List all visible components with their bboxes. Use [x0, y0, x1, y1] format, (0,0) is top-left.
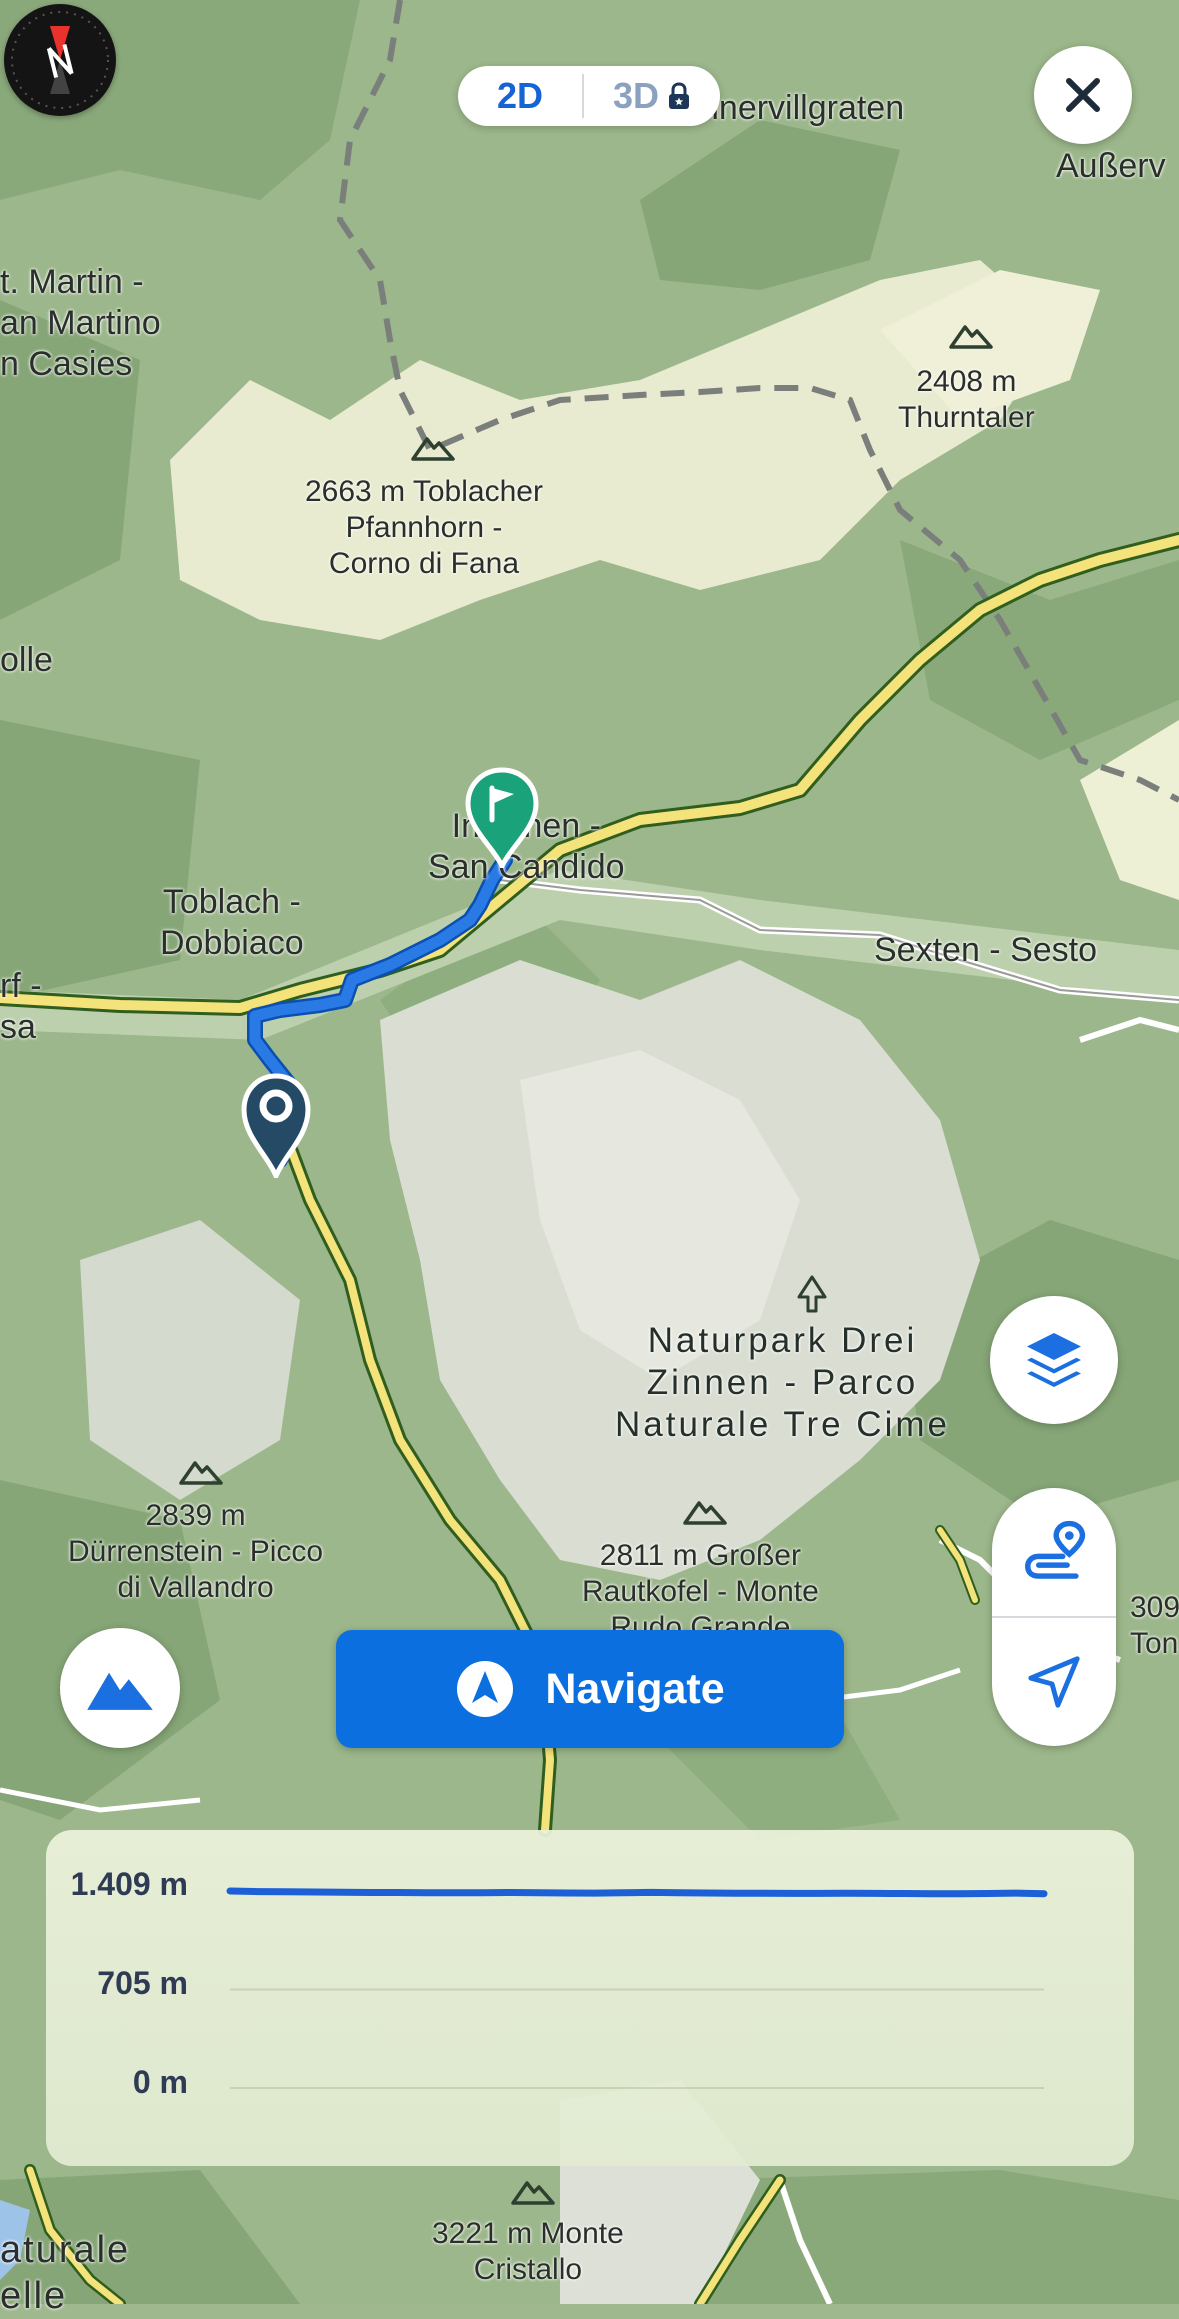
peak-label-thurntaler: 2408 m Thurntaler [898, 365, 1035, 434]
destination-pin-icon[interactable] [464, 766, 540, 868]
peak-icon [949, 325, 993, 349]
locate-button[interactable] [992, 1618, 1116, 1746]
compass-icon [11, 11, 109, 109]
place-label-olle: olle [0, 641, 53, 679]
mode-2d-button[interactable]: 2D [458, 66, 582, 126]
peak-label-pfannhorn: 2663 m Toblacher Pfannhorn - Corno di Fa… [305, 475, 543, 580]
layers-icon [1027, 1333, 1081, 1387]
route-icon [1025, 1520, 1086, 1579]
elevation-profile[interactable]: 1.409 m 705 m 0 m [46, 1830, 1134, 2166]
compass-button[interactable] [4, 4, 116, 116]
park-icon [797, 1275, 827, 1313]
place-label-toblach: Toblach - Dobbiaco [160, 883, 304, 962]
close-button[interactable] [1034, 46, 1132, 144]
place-label-bottom-left: aturale elle [0, 2229, 131, 2317]
peak-label-duerrenstein: 2839 m Dürrenstein - Picco di Vallandro [68, 1499, 324, 1604]
navigation-arrow-icon [457, 1661, 514, 1717]
close-icon [1066, 78, 1100, 112]
place-label-right-edge: 309 Ton [1130, 1591, 1179, 1660]
layers-button[interactable] [990, 1296, 1118, 1424]
peak-icon [683, 1501, 727, 1525]
place-label-st-martin: t. Martin - an Martino n Casies [0, 263, 161, 383]
terrain-button[interactable] [60, 1628, 180, 1748]
locate-arrow-icon [1028, 1656, 1080, 1708]
navigate-label: Navigate [545, 1664, 725, 1713]
peak-label-cristallo: 3221 m Monte Cristallo [432, 2217, 624, 2286]
elevation-line-series-0 [226, 1887, 1048, 1898]
navigate-button[interactable]: Navigate [336, 1630, 844, 1748]
park-label: Naturpark Drei Zinnen - Parco Naturale T… [615, 1321, 950, 1444]
mountain-icon [87, 1672, 153, 1710]
start-pin-icon[interactable] [240, 1072, 312, 1178]
view-mode-toggle[interactable]: 2D 3D [458, 66, 720, 126]
mode-3d-label: 3D [612, 75, 660, 116]
place-label-sexten: Sexten - Sesto [874, 931, 1098, 969]
place-label-ausserv: Außerv [1056, 147, 1166, 185]
place-label-left-edge: rf - sa [0, 967, 42, 1046]
lock-icon [669, 82, 690, 109]
route-controls-panel [992, 1488, 1116, 1746]
peak-icon [411, 437, 455, 461]
mode-3d-button[interactable]: 3D [584, 66, 720, 126]
peak-icon [511, 2181, 555, 2205]
route-options-button[interactable] [992, 1488, 1116, 1616]
elevation-chart [226, 1887, 1048, 2089]
place-label-innervillgraten: nnervillgraten [700, 89, 905, 127]
peak-icon [179, 1461, 223, 1485]
